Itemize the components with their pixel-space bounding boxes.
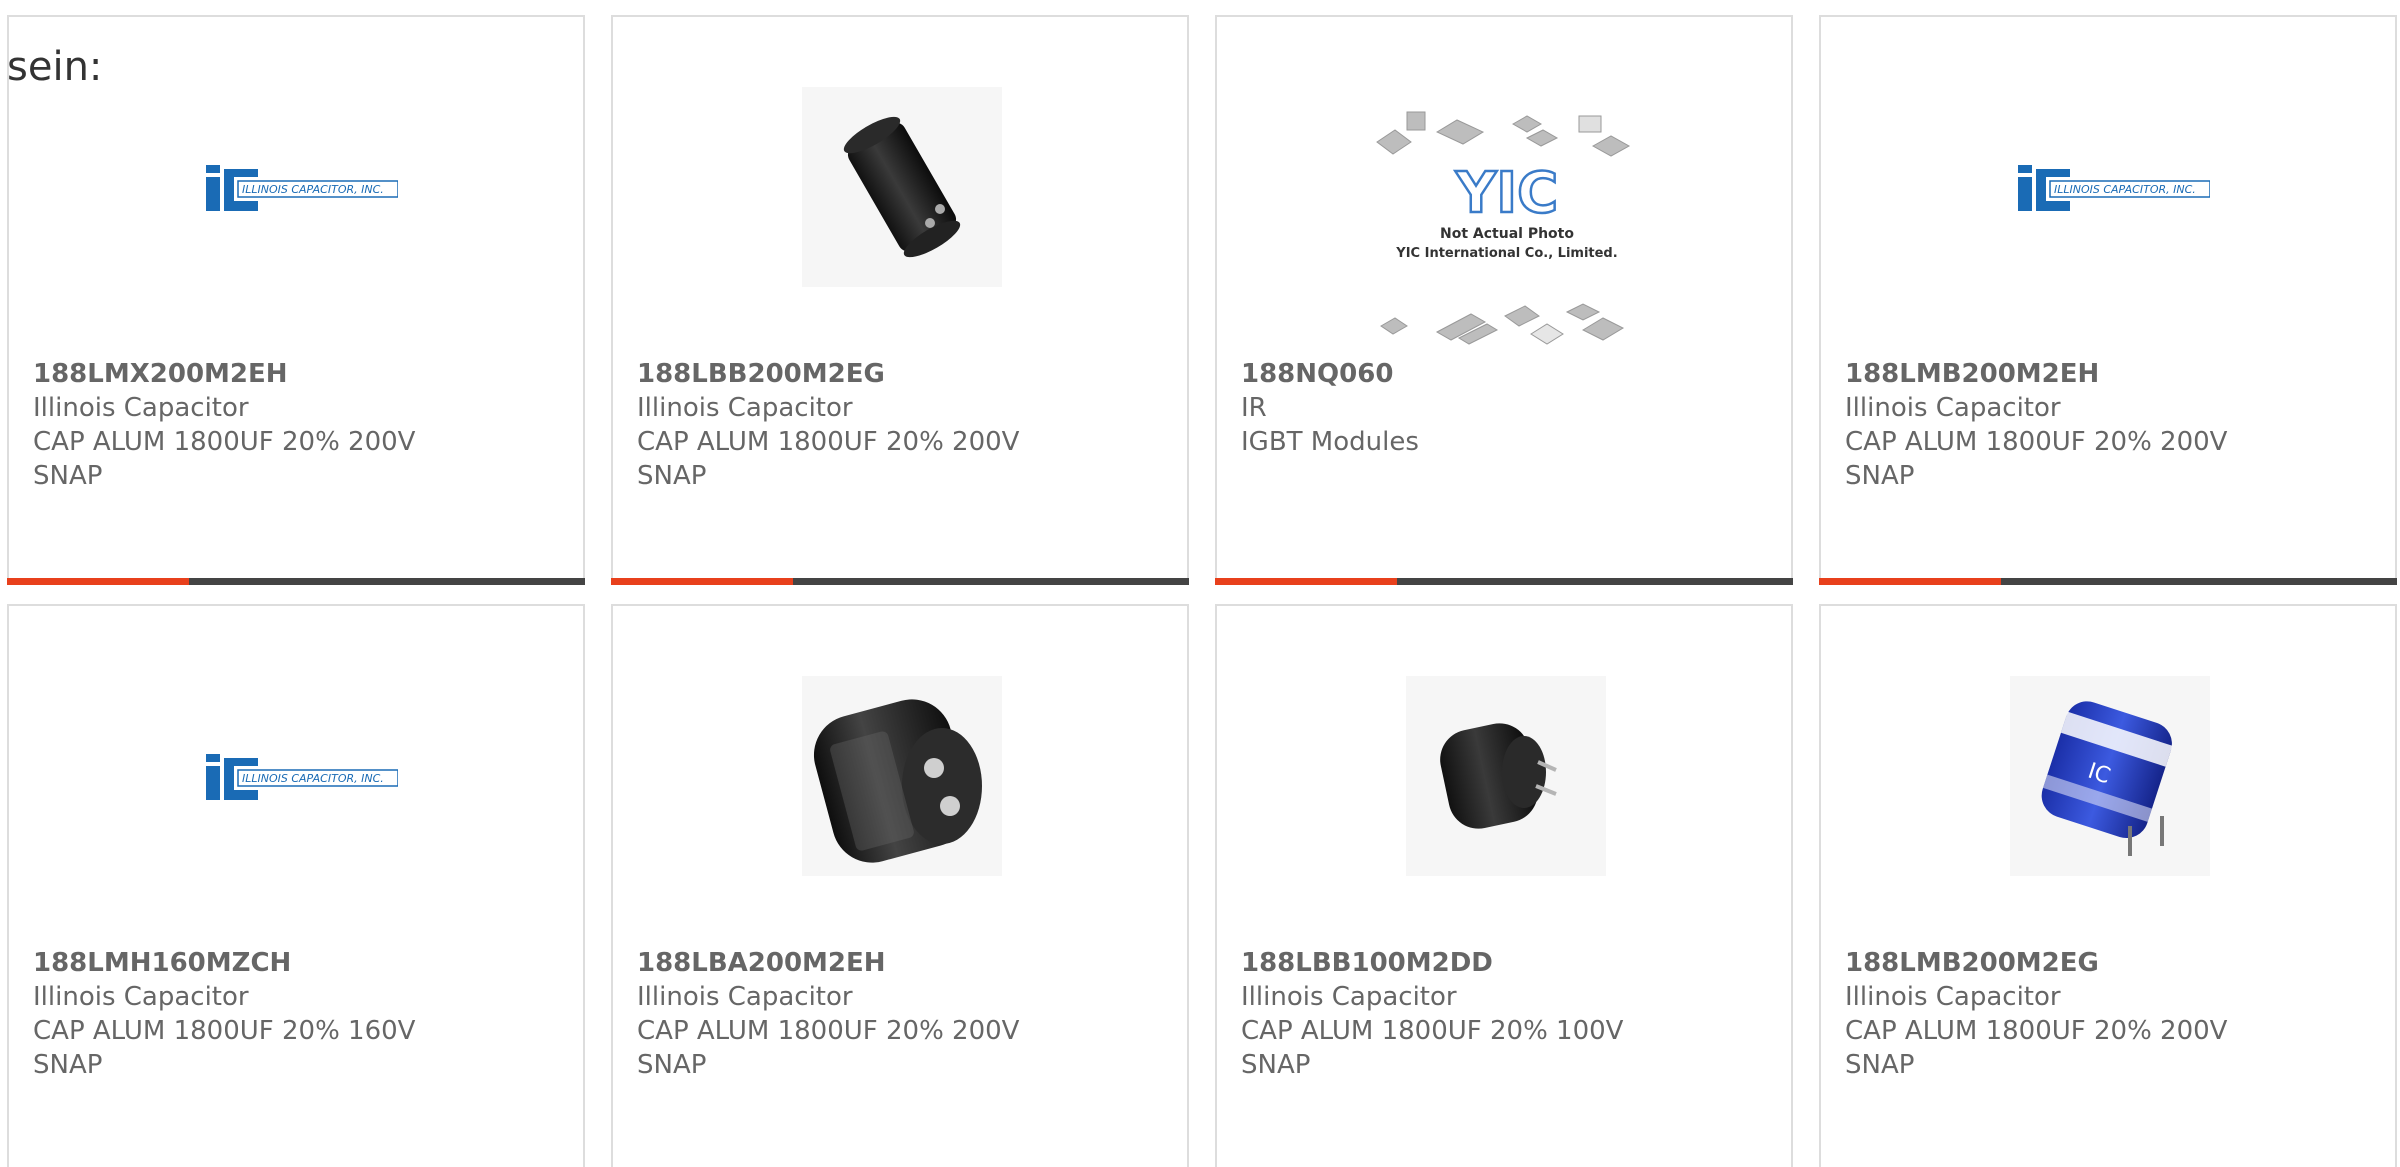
product-image[interactable] [1406, 676, 1606, 876]
part-number[interactable]: 188NQ060 [1241, 357, 1761, 391]
part-number[interactable]: 188LMX200M2EH [33, 357, 553, 391]
svg-text:YIC: YIC [1455, 161, 1558, 226]
part-number[interactable]: 188LMB200M2EH [1845, 357, 2365, 391]
description-continued: SNAP [637, 461, 707, 491]
description: CAP ALUM 1800UF 20% 200V [1845, 1016, 2228, 1046]
product-image[interactable] [802, 87, 1002, 287]
description: CAP ALUM 1800UF 20% 160V [33, 1016, 416, 1046]
blue-capacitor-photo: IC [2010, 676, 2210, 876]
product-card[interactable]: ILLINOIS CAPACITOR, INC. 188LMH160MZCH I… [7, 604, 585, 1167]
manufacturer: Illinois Capacitor [637, 393, 853, 423]
product-image[interactable]: ILLINOIS CAPACITOR, INC. [2010, 87, 2210, 287]
product-image[interactable]: IC [2010, 676, 2210, 876]
part-number[interactable]: 188LBB100M2DD [1241, 946, 1761, 980]
card-accent-bar [611, 578, 1189, 585]
product-card[interactable]: IC 188LMB200M2EG Illinois Capacitor CAP … [1819, 604, 2397, 1167]
manufacturer: Illinois Capacitor [637, 982, 853, 1012]
product-card[interactable]: 188LBB100M2DD Illinois Capacitor CAP ALU… [1215, 604, 1793, 1167]
description: CAP ALUM 1800UF 20% 200V [637, 1016, 1020, 1046]
manufacturer: Illinois Capacitor [33, 982, 249, 1012]
part-number[interactable]: 188LBA200M2EH [637, 946, 1157, 980]
illinois-capacitor-logo: ILLINOIS CAPACITOR, INC. [2018, 165, 2210, 211]
description: CAP ALUM 1800UF 20% 200V [1845, 427, 2228, 457]
manufacturer: Illinois Capacitor [1845, 393, 2061, 423]
black-electrolytic-capacitor-photo [802, 87, 1002, 287]
manufacturer: Illinois Capacitor [1845, 982, 2061, 1012]
part-number[interactable]: 188LMB200M2EG [1845, 946, 2365, 980]
product-info: 188LBB200M2EG Illinois Capacitor CAP ALU… [637, 357, 1157, 493]
product-info: 188NQ060 IR IGBT Modules [1241, 357, 1761, 459]
product-image[interactable] [802, 676, 1002, 876]
product-card[interactable]: ILLINOIS CAPACITOR, INC. 188LMB200M2EH I… [1819, 15, 2397, 585]
description: CAP ALUM 1800UF 20% 100V [1241, 1016, 1624, 1046]
product-card[interactable]: YIC Not Actual Photo YIC International C… [1215, 15, 1793, 585]
product-info: 188LMX200M2EH Illinois Capacitor CAP ALU… [33, 357, 553, 493]
yic-placeholder-photo: YIC Not Actual Photo YIC International C… [1376, 111, 1631, 345]
description: IGBT Modules [1241, 427, 1419, 457]
description-continued: SNAP [33, 1050, 103, 1080]
description-continued: SNAP [637, 1050, 707, 1080]
description: CAP ALUM 1800UF 20% 200V [637, 427, 1020, 457]
black-snap-in-capacitor-photo [802, 676, 1002, 876]
card-accent-bar [7, 578, 585, 585]
description-continued: SNAP [33, 461, 103, 491]
svg-text:Not Actual Photo: Not Actual Photo [1440, 226, 1574, 242]
description-continued: SNAP [1845, 1050, 1915, 1080]
product-grid-page: sein: ILLINOIS CAPACITOR, INC. 188LMX200… [0, 0, 2400, 1167]
manufacturer: Illinois Capacitor [33, 393, 249, 423]
intro-text: sein: [7, 44, 103, 90]
svg-text:YIC International Co., Limited: YIC International Co., Limited. [1395, 246, 1617, 261]
manufacturer: IR [1241, 393, 1267, 423]
product-card[interactable]: 188LBB200M2EG Illinois Capacitor CAP ALU… [611, 15, 1189, 585]
part-number[interactable]: 188LBB200M2EG [637, 357, 1157, 391]
manufacturer: Illinois Capacitor [1241, 982, 1457, 1012]
product-image[interactable]: ILLINOIS CAPACITOR, INC. [198, 676, 398, 876]
product-info: 188LMH160MZCH Illinois Capacitor CAP ALU… [33, 946, 553, 1082]
svg-text:ILLINOIS CAPACITOR, INC.: ILLINOIS CAPACITOR, INC. [242, 183, 384, 196]
product-image[interactable]: ILLINOIS CAPACITOR, INC. [198, 87, 398, 287]
description-continued: SNAP [1845, 461, 1915, 491]
description-continued: SNAP [1241, 1050, 1311, 1080]
product-info: 188LMB200M2EG Illinois Capacitor CAP ALU… [1845, 946, 2365, 1082]
product-info: 188LMB200M2EH Illinois Capacitor CAP ALU… [1845, 357, 2365, 493]
product-info: 188LBA200M2EH Illinois Capacitor CAP ALU… [637, 946, 1157, 1082]
illinois-capacitor-logo: ILLINOIS CAPACITOR, INC. [206, 754, 398, 800]
card-accent-bar [1819, 578, 2397, 585]
product-card[interactable]: ILLINOIS CAPACITOR, INC. 188LMX200M2EH I… [7, 15, 585, 585]
svg-text:ILLINOIS CAPACITOR, INC.: ILLINOIS CAPACITOR, INC. [242, 772, 384, 785]
product-info: 188LBB100M2DD Illinois Capacitor CAP ALU… [1241, 946, 1761, 1082]
product-image[interactable]: YIC Not Actual Photo YIC International C… [1367, 102, 1647, 362]
svg-text:ILLINOIS CAPACITOR, INC.: ILLINOIS CAPACITOR, INC. [2054, 183, 2196, 196]
part-number[interactable]: 188LMH160MZCH [33, 946, 553, 980]
product-card[interactable]: 188LBA200M2EH Illinois Capacitor CAP ALU… [611, 604, 1189, 1167]
description: CAP ALUM 1800UF 20% 200V [33, 427, 416, 457]
card-accent-bar [1215, 578, 1793, 585]
illinois-capacitor-logo: ILLINOIS CAPACITOR, INC. [206, 165, 398, 211]
small-black-capacitor-photo [1406, 676, 1606, 876]
